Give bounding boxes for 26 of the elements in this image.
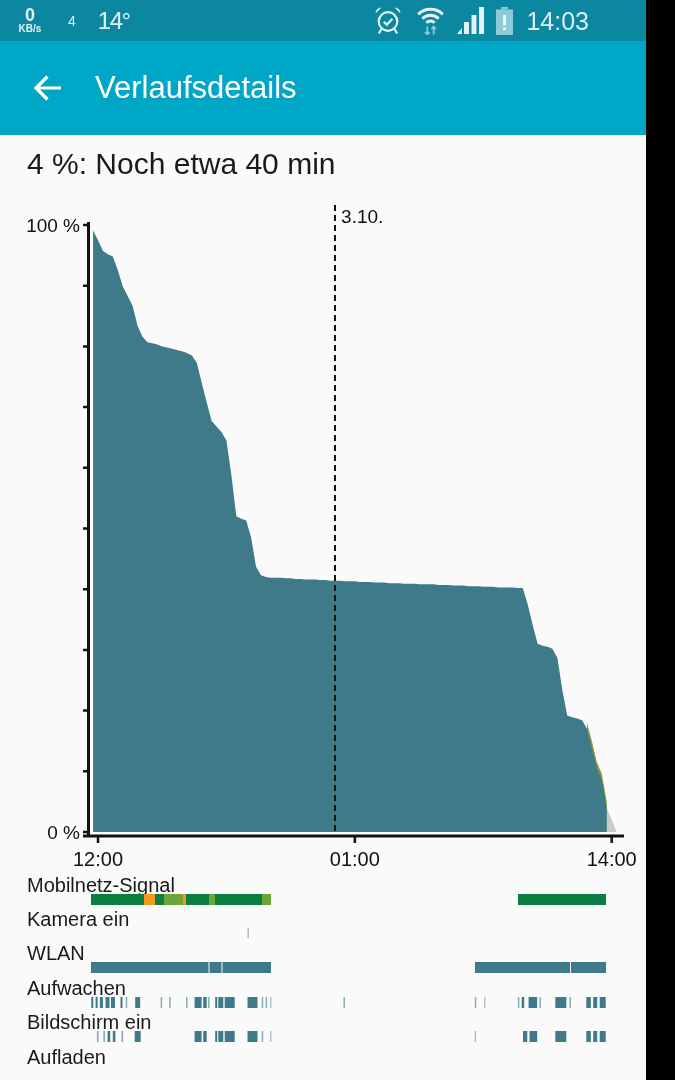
track-label: Bildschirm ein xyxy=(27,1013,152,1032)
battery-estimate-text: 4 %: Noch etwa 40 min xyxy=(27,147,336,180)
track-label: Mobilnetz-Signal xyxy=(27,875,175,894)
track-label: Aufwachen xyxy=(27,978,126,997)
signal-strength-icon xyxy=(457,7,486,34)
y-axis-label: 100 % xyxy=(26,214,80,236)
back-button[interactable] xyxy=(33,75,61,101)
track-label: Aufladen xyxy=(27,1047,106,1066)
network-speed-value: 0 xyxy=(25,7,35,22)
date-label: 3.10. xyxy=(341,207,384,226)
x-axis-label: 12:00 xyxy=(73,848,124,870)
battery-alert-icon xyxy=(496,6,514,35)
clock-time: 14:03 xyxy=(526,6,589,35)
screen-title: Verlaufsdetails xyxy=(95,70,297,106)
camera-event-mark xyxy=(247,928,249,938)
alarm-clock-icon xyxy=(375,7,402,34)
back-arrow-icon xyxy=(33,75,61,101)
y-axis-label: 0 % xyxy=(47,821,80,843)
network-speed-unit: KB/s xyxy=(18,23,42,34)
track-label: Kamera ein xyxy=(27,910,130,928)
x-axis-label: 14:00 xyxy=(586,848,637,870)
x-axis-label: 01:00 xyxy=(329,848,380,870)
status-count-text: 4 xyxy=(68,12,76,29)
temperature-text: 14° xyxy=(97,7,130,34)
wifi-icon xyxy=(416,6,446,35)
track-label: WLAN xyxy=(27,944,85,963)
